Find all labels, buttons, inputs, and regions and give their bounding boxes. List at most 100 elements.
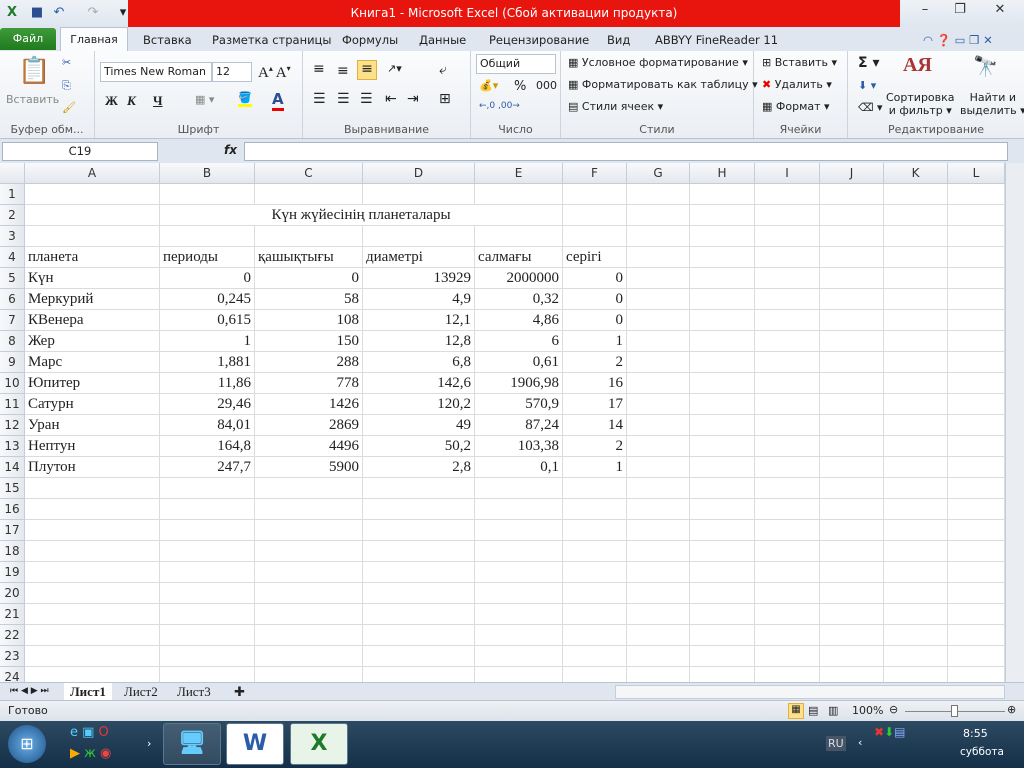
cell-A22[interactable] (25, 625, 160, 646)
data-cell[interactable]: 1,881 (160, 352, 255, 373)
align-right-icon[interactable]: ☰ (360, 91, 373, 107)
cell-J24[interactable] (820, 667, 884, 683)
cell-K23[interactable] (884, 646, 948, 667)
cell-J13[interactable] (820, 436, 884, 457)
cell-H17[interactable] (690, 520, 755, 541)
data-cell[interactable]: 16 (563, 373, 627, 394)
cell-G1[interactable] (627, 184, 690, 205)
cell-C15[interactable] (255, 478, 363, 499)
cell-C21[interactable] (255, 604, 363, 625)
data-cell[interactable]: 0,245 (160, 289, 255, 310)
cell-J7[interactable] (820, 310, 884, 331)
cell-D21[interactable] (363, 604, 475, 625)
align-bottom-icon[interactable]: ≡ (357, 60, 377, 80)
cell-K21[interactable] (884, 604, 948, 625)
row-header[interactable]: 19 (0, 562, 25, 583)
cell-J18[interactable] (820, 541, 884, 562)
data-cell[interactable]: 6 (475, 331, 563, 352)
header-cell[interactable]: серігі (563, 247, 627, 268)
row-header[interactable]: 12 (0, 415, 25, 436)
data-cell[interactable]: Күн (25, 268, 160, 289)
cell-H13[interactable] (690, 436, 755, 457)
cell-H22[interactable] (690, 625, 755, 646)
tab-home[interactable]: Главная (60, 27, 128, 52)
data-cell[interactable]: 2869 (255, 415, 363, 436)
cell-B20[interactable] (160, 583, 255, 604)
tab-review[interactable]: Рецензирование (489, 30, 589, 51)
cell-H15[interactable] (690, 478, 755, 499)
cell-J9[interactable] (820, 352, 884, 373)
data-cell[interactable]: 87,24 (475, 415, 563, 436)
sheet-tab-1[interactable]: Лист1 (64, 683, 112, 700)
tray-expand-icon[interactable]: ‹ (858, 736, 862, 749)
autosum-icon[interactable]: Σ ▾ (858, 55, 879, 71)
cell-H21[interactable] (690, 604, 755, 625)
data-cell[interactable]: 2000000 (475, 268, 563, 289)
cell-H16[interactable] (690, 499, 755, 520)
cell-G6[interactable] (627, 289, 690, 310)
header-cell[interactable]: планета (25, 247, 160, 268)
data-cell[interactable]: 142,6 (363, 373, 475, 394)
format-as-table-button[interactable]: ▦ Форматировать как таблицу ▾ (568, 78, 758, 91)
expand-icon[interactable]: › (147, 737, 151, 750)
insert-function-button[interactable]: fx (224, 143, 237, 157)
cell-I14[interactable] (755, 457, 820, 478)
cell-J19[interactable] (820, 562, 884, 583)
conditional-formatting-button[interactable]: ▦ Условное форматирование ▾ (568, 56, 748, 69)
cell-B3[interactable] (160, 226, 255, 247)
cell-D1[interactable] (363, 184, 475, 205)
italic-button[interactable]: К (127, 93, 136, 109)
cell-K11[interactable] (884, 394, 948, 415)
cell-C20[interactable] (255, 583, 363, 604)
zoom-level[interactable]: 100% (852, 704, 883, 717)
cell-G11[interactable] (627, 394, 690, 415)
data-cell[interactable]: 1426 (255, 394, 363, 415)
quicklaunch-icons-2[interactable]: ▶ ж ◉ (70, 746, 111, 761)
cell-B21[interactable] (160, 604, 255, 625)
cell-K20[interactable] (884, 583, 948, 604)
page-break-view-icon[interactable]: ▥ (828, 704, 838, 717)
data-cell[interactable]: 17 (563, 394, 627, 415)
cell-I13[interactable] (755, 436, 820, 457)
cell-K5[interactable] (884, 268, 948, 289)
cell-D24[interactable] (363, 667, 475, 683)
cell-I20[interactable] (755, 583, 820, 604)
row-header[interactable]: 5 (0, 268, 25, 289)
cell-H14[interactable] (690, 457, 755, 478)
cell-L23[interactable] (948, 646, 1005, 667)
currency-icon[interactable]: 💰▾ (479, 79, 498, 92)
save-icon[interactable]: ■ (28, 4, 46, 22)
row-header[interactable]: 20 (0, 583, 25, 604)
header-cell[interactable]: қашықтығы (255, 247, 363, 268)
cell-K7[interactable] (884, 310, 948, 331)
sheet-title-cell[interactable]: Күн жүйесінің планеталары (160, 205, 563, 226)
cell-H11[interactable] (690, 394, 755, 415)
redo-icon[interactable]: ↷ (84, 4, 102, 22)
cell-I6[interactable] (755, 289, 820, 310)
data-cell[interactable]: Марс (25, 352, 160, 373)
format-painter-icon[interactable]: 🖌 (62, 101, 76, 114)
cell-D22[interactable] (363, 625, 475, 646)
cell-L10[interactable] (948, 373, 1005, 394)
fill-color-icon[interactable]: 🪣 (238, 91, 252, 107)
cell-L8[interactable] (948, 331, 1005, 352)
column-header-F[interactable]: F (563, 163, 627, 184)
increase-decimal-icon[interactable]: ←,0 ,00→ (479, 101, 520, 111)
cell-F17[interactable] (563, 520, 627, 541)
increase-font-icon[interactable]: A▴ A▾ (258, 64, 291, 82)
cell-A1[interactable] (25, 184, 160, 205)
cell-E21[interactable] (475, 604, 563, 625)
row-header[interactable]: 13 (0, 436, 25, 457)
cell-A20[interactable] (25, 583, 160, 604)
cell-H7[interactable] (690, 310, 755, 331)
cell-G7[interactable] (627, 310, 690, 331)
cell-E17[interactable] (475, 520, 563, 541)
cell-B24[interactable] (160, 667, 255, 683)
undo-icon[interactable]: ↶ (50, 4, 68, 22)
cell-L7[interactable] (948, 310, 1005, 331)
data-cell[interactable]: 0,1 (475, 457, 563, 478)
cell-B17[interactable] (160, 520, 255, 541)
data-cell[interactable]: 12,8 (363, 331, 475, 352)
data-cell[interactable]: 1 (563, 457, 627, 478)
cell-L24[interactable] (948, 667, 1005, 683)
